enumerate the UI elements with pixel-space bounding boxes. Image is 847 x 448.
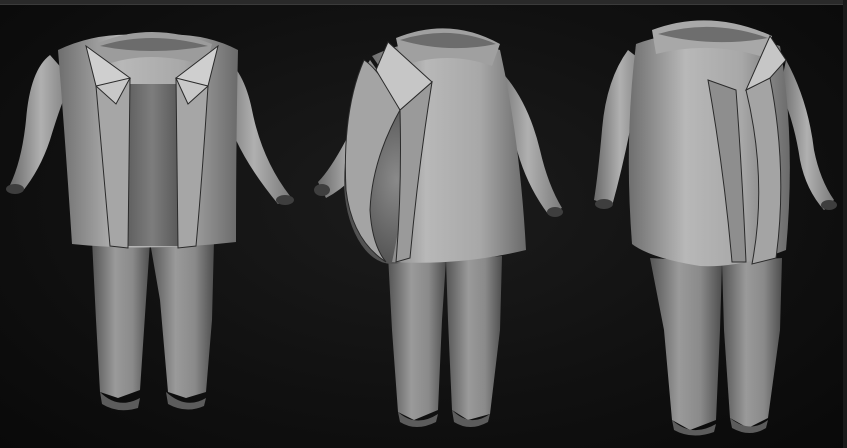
figure-three-quarter	[314, 28, 563, 427]
sculpt-render	[6, 20, 837, 436]
figure-front	[6, 32, 294, 411]
3d-viewport[interactable]	[0, 0, 847, 448]
figure-side-front	[594, 20, 837, 436]
